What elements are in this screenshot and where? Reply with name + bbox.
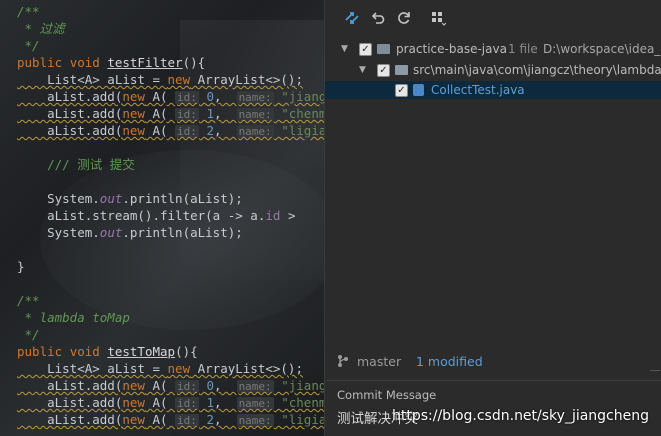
code-line[interactable]: aList.stream().filter(a -> a.id >: [17, 207, 303, 224]
code-line[interactable]: aList.add(new A( id: 2, name: "ligian: [17, 122, 324, 139]
code-line[interactable]: aList.add(new A( id: 0, name: "jiango: [17, 377, 324, 394]
project-file-count: 1 file: [508, 42, 538, 56]
code-line[interactable]: public void testToMap(){: [17, 343, 198, 360]
commit-toolbar: [325, 0, 661, 38]
code-line[interactable]: aList.add(new A( id: 0, name: "jiangc: [17, 88, 324, 105]
modified-count-link[interactable]: 1 modified: [416, 354, 483, 369]
code-line[interactable]: System.out.println(aList);: [17, 190, 243, 207]
branch-icon: [337, 354, 349, 372]
code-line[interactable]: /// 测试 提交: [17, 156, 135, 173]
code-line[interactable]: aList.add(new A( id: 2, name: "ligian: [17, 411, 324, 428]
code-line[interactable]: * 过滤: [17, 20, 65, 37]
code-line[interactable]: */: [17, 37, 40, 54]
code-editor[interactable]: /** * 过滤 */public void testFilter(){ Lis…: [0, 0, 324, 436]
collapse-arrow-icon[interactable]: ▼: [341, 40, 351, 58]
vcs-status-bar: master 1 modified: [325, 352, 661, 374]
code-line[interactable]: * lambda toMap: [17, 309, 130, 326]
rollback-icon[interactable]: [369, 10, 387, 28]
project-name: practice-base-java: [396, 42, 507, 56]
watermark: https://blog.csdn.net/sky_jiangcheng: [392, 408, 650, 424]
code-line[interactable]: aList.add(new A( id: 1, name: "chenme: [17, 105, 324, 122]
group-by-icon-svg: [432, 12, 447, 26]
code-line[interactable]: */: [17, 326, 40, 343]
file-name: CollectTest.java: [431, 83, 525, 97]
project-folder-icon: [377, 44, 390, 54]
folder-icon: [395, 65, 408, 75]
divider: [325, 380, 661, 381]
code-line[interactable]: public void testFilter(){: [17, 54, 205, 71]
scroll-indicator: [650, 370, 660, 371]
refresh-icon[interactable]: [395, 10, 413, 28]
package-path: src\main\java\com\jiangcz\theory\lambda: [413, 63, 661, 77]
branch-name[interactable]: master: [357, 354, 401, 369]
code-line[interactable]: }: [17, 258, 25, 275]
code-line[interactable]: List<A> aList = new ArrayList<>();: [17, 71, 303, 88]
tree-row-package[interactable]: ▼ ✓ src\main\java\com\jiangcz\theory\lam…: [325, 61, 661, 79]
java-file-icon: [413, 84, 424, 96]
code-line[interactable]: /**: [17, 3, 40, 20]
checkbox-project[interactable]: ✓: [359, 43, 372, 56]
code-line[interactable]: List<A> aList = new ArrayList<>();: [17, 360, 303, 377]
branch-icon-svg: [338, 355, 348, 367]
group-by-icon[interactable]: [429, 10, 447, 28]
changes-tree: ▼ ✓ practice-base-java 1 file D:\workspa…: [325, 38, 661, 338]
code-line[interactable]: aList.add(new A( id: 1, name: "chenme: [17, 394, 324, 411]
checkbox-file[interactable]: ✓: [395, 84, 408, 97]
code-line[interactable]: System.out.println(aList);: [17, 224, 243, 241]
code-line[interactable]: /**: [17, 292, 40, 309]
checkbox-package[interactable]: ✓: [377, 64, 390, 77]
tree-row-project[interactable]: ▼ ✓ practice-base-java 1 file D:\workspa…: [325, 40, 661, 58]
project-path: D:\workspace\idea_a: [543, 42, 661, 56]
collapse-arrow-icon[interactable]: ▼: [359, 61, 369, 79]
tree-row-file[interactable]: ✓ CollectTest.java: [325, 81, 661, 99]
compare-icon-svg: [345, 12, 359, 24]
rollback-icon-svg: [371, 12, 385, 24]
commit-message-label: Commit Message: [337, 388, 437, 402]
commit-panel: ▼ ✓ practice-base-java 1 file D:\workspa…: [324, 0, 661, 436]
refresh-icon-svg: [398, 12, 410, 24]
compare-icon[interactable]: [343, 10, 361, 28]
